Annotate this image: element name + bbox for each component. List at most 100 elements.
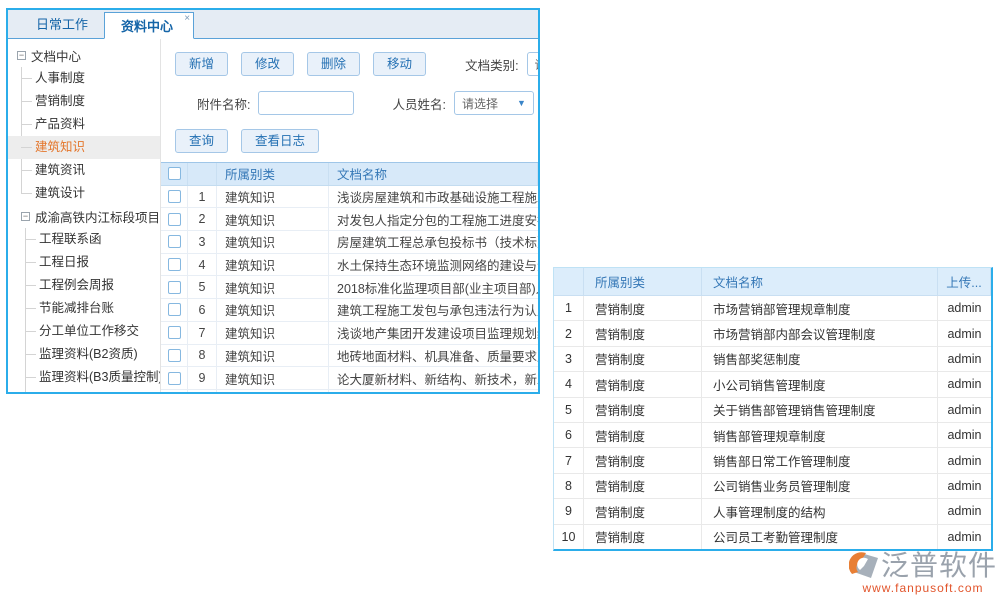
view-log-button[interactable]: 查看日志 — [241, 129, 319, 153]
row-number: 7 — [554, 448, 584, 472]
table-row[interactable]: 10 营销制度 公司员工考勤管理制度 admin — [554, 525, 991, 550]
add-button[interactable]: 新增 — [175, 52, 228, 76]
row-checkbox[interactable] — [168, 349, 181, 362]
row-checkbox[interactable] — [168, 258, 181, 271]
sidebar-node-project[interactable]: − 成渝高铁内江标段项目 — [8, 205, 160, 228]
docname-column-header: 文档名称 — [702, 268, 938, 295]
sidebar-item[interactable]: 建筑资讯 — [8, 159, 160, 182]
row-uploader: admin — [938, 423, 991, 447]
row-docname: 地砖地面材料、机具准备、质量要求及... — [329, 345, 538, 367]
row-category: 营销制度 — [584, 499, 702, 523]
row-checkbox[interactable] — [168, 281, 181, 294]
row-checkbox[interactable] — [168, 326, 181, 339]
table-row[interactable]: 8 营销制度 公司销售业务员管理制度 admin — [554, 474, 991, 499]
sidebar-item[interactable]: 产品资料 — [8, 113, 160, 136]
row-docname: 房屋建筑工程总承包投标书（技术标）... — [329, 231, 538, 253]
select-all-checkbox-cell — [161, 163, 188, 185]
row-uploader: admin — [938, 296, 991, 320]
table-row[interactable]: 2 建筑知识 对发包人指定分包的工程施工进度安排... — [161, 208, 538, 231]
row-category: 建筑知识 — [217, 276, 329, 298]
row-checkbox[interactable] — [168, 372, 181, 385]
row-checkbox[interactable] — [168, 303, 181, 316]
collapse-icon[interactable]: − — [21, 212, 30, 221]
sidebar-item[interactable]: 工程联系函 — [8, 228, 160, 251]
sidebar-tree: − 文档中心 人事制度营销制度产品资料建筑知识建筑资讯建筑设计 − 成渝高铁内江… — [8, 39, 161, 392]
table-row[interactable]: 4 营销制度 小公司销售管理制度 admin — [554, 372, 991, 397]
row-number: 1 — [188, 186, 217, 208]
row-category: 建筑知识 — [217, 231, 329, 253]
category-column-header: 所属别类 — [217, 163, 329, 185]
collapse-icon[interactable]: − — [17, 51, 26, 60]
tab-data-center[interactable]: 资料中心 × — [104, 12, 194, 39]
docname-column-header: 文档名称 — [329, 163, 538, 185]
sidebar-item[interactable]: 建筑知识 — [8, 136, 160, 159]
doc-category-value: 请选择 — [535, 56, 538, 73]
document-center-children: 人事制度营销制度产品资料建筑知识建筑资讯建筑设计 — [8, 67, 160, 205]
table-row[interactable]: 2 营销制度 市场营销部内部会议管理制度 admin — [554, 321, 991, 346]
row-category: 营销制度 — [584, 525, 702, 549]
row-number: 2 — [188, 208, 217, 230]
row-docname: 浅谈房屋建筑和市政基础设施工程施工... — [329, 186, 538, 208]
sidebar-item[interactable]: 工程日报 — [8, 251, 160, 274]
table-row[interactable]: 4 建筑知识 水土保持生态环境监测网络的建设与资... — [161, 254, 538, 277]
row-checkbox[interactable] — [168, 235, 181, 248]
table-row[interactable]: 8 建筑知识 地砖地面材料、机具准备、质量要求及... — [161, 345, 538, 368]
row-category: 建筑知识 — [217, 322, 329, 344]
row-checkbox-cell — [161, 367, 188, 389]
row-docname: 公司销售业务员管理制度 — [702, 474, 938, 498]
doc-category-label: 文档类别: — [465, 55, 518, 74]
row-docname: 市场营销部管理规章制度 — [702, 296, 938, 320]
row-docname: 大厦地下室加气砼墙砌筑工程的施工方... — [329, 390, 538, 392]
sidebar-item[interactable]: 营销制度 — [8, 90, 160, 113]
sidebar-item[interactable]: 节能减排台账 — [8, 297, 160, 320]
modify-button[interactable]: 修改 — [241, 52, 294, 76]
table-row[interactable]: 7 营销制度 销售部日常工作管理制度 admin — [554, 448, 991, 473]
sidebar-node-document-center[interactable]: − 文档中心 — [8, 44, 160, 67]
table-row[interactable]: 1 建筑知识 浅谈房屋建筑和市政基础设施工程施工... — [161, 186, 538, 209]
row-category: 营销制度 — [584, 448, 702, 472]
table-row[interactable]: 7 建筑知识 浅谈地产集团开发建设项目监理规划编... — [161, 322, 538, 345]
sidebar-item[interactable]: 工程例会周报 — [8, 274, 160, 297]
row-docname: 市场营销部内部会议管理制度 — [702, 321, 938, 345]
table-row[interactable]: 9 建筑知识 论大厦新材料、新结构、新技术，新工... — [161, 367, 538, 390]
select-all-checkbox[interactable] — [168, 167, 181, 180]
delete-button[interactable]: 删除 — [307, 52, 360, 76]
doc-category-select[interactable]: 请选择 ▼ — [527, 52, 538, 76]
move-button[interactable]: 移动 — [373, 52, 426, 76]
table-row[interactable]: 9 营销制度 人事管理制度的结构 admin — [554, 499, 991, 524]
row-category: 营销制度 — [584, 474, 702, 498]
row-checkbox[interactable] — [168, 213, 181, 226]
row-checkbox-cell — [161, 231, 188, 253]
row-checkbox-cell — [161, 208, 188, 230]
table-row[interactable]: 3 营销制度 销售部奖惩制度 admin — [554, 347, 991, 372]
tab-daily-work[interactable]: 日常工作 — [20, 11, 104, 38]
table-row[interactable]: 5 建筑知识 2018标准化监理项目部(业主项目部)人员... — [161, 276, 538, 299]
table-row[interactable]: 10 建筑知识 大厦地下室加气砼墙砌筑工程的施工方... — [161, 390, 538, 392]
row-docname: 销售部奖惩制度 — [702, 347, 938, 371]
sidebar-item[interactable]: 监理资料(B4质量控制) — [8, 389, 160, 392]
row-uploader: admin — [938, 372, 991, 396]
row-checkbox[interactable] — [168, 190, 181, 203]
fanpu-logo-icon — [849, 550, 881, 582]
tab-bar: 日常工作 资料中心 × — [8, 10, 538, 39]
sidebar-item[interactable]: 监理资料(B3质量控制) — [8, 366, 160, 389]
query-row: 查询 查看日志 — [175, 129, 538, 153]
sidebar-item[interactable]: 人事制度 — [8, 67, 160, 90]
table-row[interactable]: 6 营销制度 销售部管理规章制度 admin — [554, 423, 991, 448]
person-name-select[interactable]: 请选择 ▼ — [454, 91, 534, 115]
chevron-down-icon: ▼ — [517, 98, 526, 108]
sidebar-node-label: 成渝高铁内江标段项目 — [35, 207, 160, 226]
attachment-name-input[interactable] — [258, 91, 354, 115]
attachment-name-label: 附件名称: — [197, 94, 250, 113]
sidebar-item[interactable]: 建筑设计 — [8, 182, 160, 205]
close-tab-icon[interactable]: × — [184, 13, 190, 25]
sidebar-item[interactable]: 分工单位工作移交 — [8, 320, 160, 343]
table-row[interactable]: 3 建筑知识 房屋建筑工程总承包投标书（技术标）... — [161, 231, 538, 254]
sidebar-item[interactable]: 监理资料(B2资质) — [8, 343, 160, 366]
row-checkbox-cell — [161, 299, 188, 321]
table-row[interactable]: 5 营销制度 关于销售部管理销售管理制度 admin — [554, 398, 991, 423]
row-category: 营销制度 — [584, 372, 702, 396]
table-row[interactable]: 1 营销制度 市场营销部管理规章制度 admin — [554, 296, 991, 321]
table-row[interactable]: 6 建筑知识 建筑工程施工发包与承包违法行为认定... — [161, 299, 538, 322]
query-button[interactable]: 查询 — [175, 129, 228, 153]
